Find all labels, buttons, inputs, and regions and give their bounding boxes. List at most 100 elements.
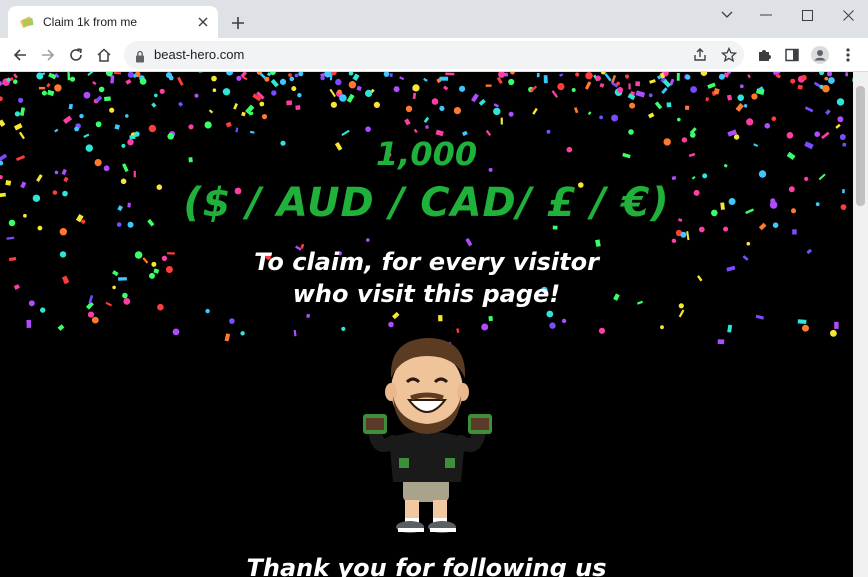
reload-icon[interactable] <box>63 42 89 68</box>
confetti-piece <box>536 72 540 78</box>
confetti-piece <box>660 325 664 330</box>
confetti-piece <box>47 89 55 97</box>
confetti-piece <box>341 326 346 331</box>
lock-icon[interactable] <box>135 48 145 67</box>
confetti-piece <box>259 101 265 107</box>
profile-icon[interactable] <box>807 42 833 68</box>
confetti-piece <box>485 84 492 87</box>
confetti-piece <box>443 85 449 91</box>
confetti-piece <box>18 97 24 103</box>
confetti-piece <box>373 101 380 108</box>
sidepanel-icon[interactable] <box>779 42 805 68</box>
confetti-piece <box>837 116 844 123</box>
confetti-piece <box>154 93 158 98</box>
confetti-piece <box>365 126 371 132</box>
confetti-piece <box>445 72 455 76</box>
star-icon[interactable] <box>720 46 738 67</box>
confetti-piece <box>702 173 708 179</box>
prize-amount-heading: 1,000 <box>375 135 478 173</box>
confetti-piece <box>270 78 279 88</box>
confetti-piece <box>718 73 725 80</box>
confetti-piece <box>62 115 73 124</box>
confetti-piece <box>306 313 311 318</box>
home-icon[interactable] <box>91 42 117 68</box>
vertical-scrollbar[interactable] <box>853 72 868 577</box>
confetti-piece <box>746 118 754 126</box>
tab-search-icon[interactable] <box>707 0 747 30</box>
confetti-piece <box>40 307 46 313</box>
confetti-piece <box>737 94 744 101</box>
confetti-piece <box>677 117 681 122</box>
confetti-piece <box>635 81 641 87</box>
confetti-piece <box>399 76 405 81</box>
confetti-piece <box>747 74 751 79</box>
confetti-piece <box>595 239 601 247</box>
confetti-piece <box>211 75 217 82</box>
address-bar[interactable]: beast-hero.com <box>124 41 744 69</box>
confetti-piece <box>573 107 579 114</box>
confetti-piece <box>425 125 429 129</box>
confetti-piece <box>804 106 814 113</box>
confetti-piece <box>705 97 709 102</box>
confetti-piece <box>366 238 370 242</box>
confetti-piece <box>114 124 120 130</box>
confetti-piece <box>6 236 15 240</box>
confetti-piece <box>113 72 121 75</box>
confetti-piece <box>348 72 354 76</box>
confetti-piece <box>330 101 337 108</box>
confetti-piece <box>649 79 656 84</box>
confetti-piece <box>647 112 655 119</box>
confetti-piece <box>352 73 360 81</box>
confetti-piece <box>0 175 3 180</box>
confetti-piece <box>98 86 105 93</box>
confetti-piece <box>685 105 690 110</box>
confetti-piece <box>790 78 796 84</box>
browser-tab[interactable]: Claim 1k from me <box>8 6 218 38</box>
confetti-piece <box>493 103 499 108</box>
confetti-piece <box>26 319 32 328</box>
close-icon[interactable] <box>194 13 212 31</box>
confetti-piece <box>561 318 567 324</box>
back-icon[interactable] <box>7 42 33 68</box>
confetti-piece <box>600 72 606 75</box>
browser-toolbar: beast-hero.com <box>0 38 868 72</box>
confetti-piece <box>824 76 829 81</box>
menu-icon[interactable] <box>835 42 861 68</box>
confetti-piece <box>13 79 18 84</box>
confetti-piece <box>508 78 515 86</box>
confetti-piece <box>797 319 807 324</box>
confetti-piece <box>348 81 357 89</box>
confetti-piece <box>392 311 400 320</box>
confetti-piece <box>388 321 394 328</box>
confetti-piece <box>792 229 797 235</box>
confetti-piece <box>226 72 234 76</box>
confetti-piece <box>148 124 157 133</box>
maximize-icon[interactable] <box>787 0 827 30</box>
confetti-piece <box>103 96 111 102</box>
close-window-icon[interactable] <box>828 0 868 30</box>
confetti-piece <box>224 333 231 342</box>
confetti-piece <box>54 84 62 92</box>
confetti-piece <box>79 113 84 119</box>
confetti-piece <box>159 88 165 94</box>
share-icon[interactable] <box>692 47 708 67</box>
confetti-piece <box>755 314 765 320</box>
confetti-piece <box>240 72 247 78</box>
confetti-piece <box>801 74 807 81</box>
confetti-piece <box>38 86 46 90</box>
confetti-piece <box>698 226 705 233</box>
scrollbar-thumb[interactable] <box>856 86 865 206</box>
confetti-piece <box>297 93 302 98</box>
confetti-piece <box>293 329 297 337</box>
confetti-piece <box>54 128 59 133</box>
minimize-icon[interactable] <box>746 0 786 30</box>
confetti-piece <box>229 318 235 324</box>
extensions-icon[interactable] <box>751 42 777 68</box>
confetti-piece <box>797 84 803 90</box>
forward-icon[interactable] <box>35 42 61 68</box>
confetti-piece <box>690 86 697 93</box>
confetti-piece <box>412 92 417 100</box>
new-tab-button[interactable] <box>226 11 250 35</box>
confetti-piece <box>236 75 242 81</box>
confetti-piece <box>177 76 184 86</box>
